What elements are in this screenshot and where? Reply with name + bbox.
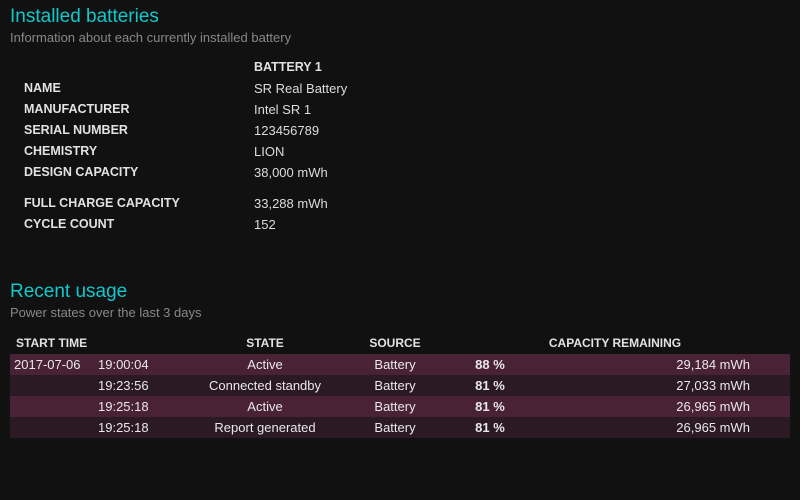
- usage-row: 19:23:56 Connected standby Battery 81 % …: [10, 375, 790, 396]
- usage-source: Battery: [350, 354, 440, 375]
- installed-batteries-subtitle: Information about each currently install…: [10, 30, 790, 45]
- usage-state: Active: [180, 396, 350, 417]
- usage-capacity-pct: 81 %: [440, 375, 540, 396]
- battery-field-label: SERIAL NUMBER: [24, 120, 254, 141]
- battery-field-value: LION: [254, 141, 355, 162]
- usage-time: 19:23:56: [98, 378, 168, 393]
- battery-field-value: Intel SR 1: [254, 99, 355, 120]
- usage-header-source: SOURCE: [350, 332, 440, 354]
- battery-field-label: CYCLE COUNT: [24, 214, 254, 235]
- usage-time: 19:25:18: [98, 420, 168, 435]
- usage-header-state: STATE: [180, 332, 350, 354]
- battery-field-label: DESIGN CAPACITY: [24, 162, 254, 183]
- usage-state: Active: [180, 354, 350, 375]
- usage-source: Battery: [350, 417, 440, 438]
- usage-row: 19:25:18 Report generated Battery 81 % 2…: [10, 417, 790, 438]
- usage-capacity-mwh: 26,965 mWh: [540, 417, 790, 438]
- usage-state: Connected standby: [180, 375, 350, 396]
- usage-row: 2017-07-0619:00:04 Active Battery 88 % 2…: [10, 354, 790, 375]
- usage-time: 19:25:18: [98, 399, 168, 414]
- recent-usage-table: START TIME STATE SOURCE CAPACITY REMAINI…: [10, 332, 790, 438]
- battery-field-label: NAME: [24, 78, 254, 99]
- usage-time: 19:00:04: [98, 357, 168, 372]
- battery-info-table: BATTERY 1 NAMESR Real Battery MANUFACTUR…: [24, 57, 355, 235]
- usage-source: Battery: [350, 396, 440, 417]
- usage-capacity-pct: 81 %: [440, 417, 540, 438]
- usage-capacity-mwh: 27,033 mWh: [540, 375, 790, 396]
- battery-field-label: CHEMISTRY: [24, 141, 254, 162]
- battery-field-value: 152: [254, 214, 355, 235]
- usage-state: Report generated: [180, 417, 350, 438]
- battery-field-value: SR Real Battery: [254, 78, 355, 99]
- recent-usage-title: Recent usage: [10, 281, 790, 303]
- usage-capacity-mwh: 29,184 mWh: [540, 354, 790, 375]
- usage-source: Battery: [350, 375, 440, 396]
- usage-header-capacity: CAPACITY REMAINING: [440, 332, 790, 354]
- installed-batteries-title: Installed batteries: [10, 6, 790, 28]
- battery-field-value: 38,000 mWh: [254, 162, 355, 183]
- battery-field-label: FULL CHARGE CAPACITY: [24, 193, 254, 214]
- recent-usage-subtitle: Power states over the last 3 days: [10, 305, 790, 320]
- battery-field-value: 33,288 mWh: [254, 193, 355, 214]
- usage-row: 19:25:18 Active Battery 81 % 26,965 mWh: [10, 396, 790, 417]
- usage-date: 2017-07-06: [14, 357, 98, 372]
- battery-field-value: 123456789: [254, 120, 355, 141]
- usage-capacity-mwh: 26,965 mWh: [540, 396, 790, 417]
- usage-capacity-pct: 81 %: [440, 396, 540, 417]
- battery-field-label: MANUFACTURER: [24, 99, 254, 120]
- battery-column-header: BATTERY 1: [254, 57, 355, 78]
- usage-header-start: START TIME: [10, 332, 180, 354]
- usage-capacity-pct: 88 %: [440, 354, 540, 375]
